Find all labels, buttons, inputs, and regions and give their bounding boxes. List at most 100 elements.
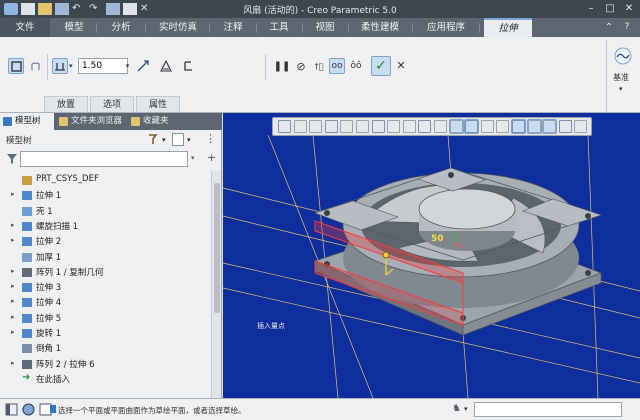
expand-arrow-icon[interactable]: ▸ [11,359,15,367]
filter-icon[interactable] [6,152,18,165]
depth-option-dropdown-icon[interactable]: ▾ [69,62,73,70]
tab-tools[interactable]: 工具 [258,18,300,37]
remove-material-button[interactable] [158,58,174,74]
navigator-toggle-icon[interactable] [5,403,18,416]
tab-favorites[interactable]: 收藏夹 [128,113,184,130]
close-icon[interactable]: ✕ [622,2,636,15]
tab-analysis[interactable]: 分析 [99,18,143,37]
repaint-icon[interactable] [324,120,338,133]
show-dropdown-icon[interactable]: ▾ [187,136,191,144]
tree-item[interactable]: ▸ 拉伸 2 [0,234,210,249]
browser-toggle-icon[interactable] [22,403,35,416]
tab-flexible-modeling[interactable]: 柔性建模 [351,18,409,37]
datum-icon[interactable] [613,46,633,66]
tree-item[interactable]: ▸ 阵列 1 / 复制几何 [0,265,210,280]
csys-display-icon[interactable] [464,119,480,134]
surface-extrude-button[interactable] [27,58,43,74]
depth-value-field[interactable] [78,58,128,74]
subtab-options[interactable]: 选项 [90,96,134,112]
tab-extrude[interactable]: 拉伸 [484,18,532,37]
tree-item[interactable]: PRT_CSYS_DEF [0,173,210,188]
spin-center-icon[interactable] [480,120,494,133]
refit-icon[interactable] [278,120,291,133]
tab-view[interactable]: 视图 [304,18,346,37]
thicken-sketch-button[interactable] [180,58,196,74]
expand-arrow-icon[interactable]: ▸ [11,190,15,198]
tab-applications[interactable]: 应用程序 [417,18,475,37]
find-icon[interactable]: ♞ [452,403,461,414]
zoom-in-icon[interactable] [293,120,307,133]
search-dropdown-icon[interactable]: ▾ [191,154,195,162]
tab-file[interactable]: 文件 [0,18,50,37]
expand-arrow-icon[interactable]: ▸ [11,328,15,336]
expand-arrow-icon[interactable]: ▸ [11,267,15,275]
subtab-properties[interactable]: 属性 [136,96,180,112]
subtab-placement[interactable]: 放置 [44,96,88,112]
cancel-button[interactable]: ✕ [394,58,408,74]
ribbon-minimize-icon[interactable]: ⌃ [602,21,616,34]
tab-folder-browser[interactable]: 文件夹浏览器 [56,113,126,130]
display-style-icon[interactable] [340,120,354,133]
zoom-out-icon[interactable] [309,120,323,133]
tab-model[interactable]: 模型 [52,18,96,37]
expand-arrow-icon[interactable]: ▸ [11,221,15,229]
tree-item[interactable]: 倒角 1 [0,341,210,356]
tree-tools-icon[interactable] [146,133,160,146]
maximize-icon[interactable]: □ [603,2,617,15]
perspective-icon[interactable] [387,120,401,133]
axis-display-icon[interactable] [434,120,447,133]
expand-arrow-icon[interactable]: ▸ [11,297,15,305]
graphics-viewport[interactable]: 50 插入量点 [223,113,640,398]
depth-option-button[interactable] [52,58,68,74]
verify-button[interactable]: ôô [348,58,364,74]
hidden-line-icon[interactable] [526,119,542,134]
tab-live-simulation[interactable]: 实时仿真 [149,18,207,37]
tree-item[interactable]: ▸ 拉伸 3 [0,280,210,295]
depth-dimension-label[interactable]: 50 [431,234,444,244]
tree-tools-dropdown-icon[interactable]: ▾ [162,136,166,144]
tree-item[interactable]: ▸ 螺旋扫描 1 [0,219,210,234]
tab-model-tree[interactable]: 模型树 [0,113,54,130]
add-filter-icon[interactable]: + [207,151,216,164]
pause-button[interactable]: ❚❚ [274,58,291,74]
wireframe-icon[interactable] [558,120,572,133]
tree-item[interactable]: ▸ 拉伸 5 [0,311,210,326]
annotation-display-icon[interactable] [496,120,510,133]
no-hidden-icon[interactable] [542,119,558,134]
preview-button[interactable]: oo [329,58,345,74]
fan-model-view[interactable] [223,113,640,398]
tree-item[interactable]: ▸ 阵列 2 / 拉伸 6 [0,357,210,372]
tree-scrollbar-thumb[interactable] [214,183,220,313]
expand-arrow-icon[interactable]: ▸ [11,236,15,244]
tree-scrollbar[interactable] [211,171,221,398]
shading-icon[interactable] [511,119,526,134]
depth-value-dropdown-icon[interactable]: ▾ [123,59,132,73]
find-dropdown-icon[interactable]: ▾ [464,405,468,413]
view-manager-icon[interactable] [371,120,385,133]
no-preview-button[interactable]: ⊘ [293,58,309,74]
help-icon[interactable]: ? [620,21,634,34]
tree-item[interactable]: ▸ 旋转 1 [0,326,210,341]
expand-arrow-icon[interactable]: ▸ [11,313,15,321]
datum-dropdown-icon[interactable]: ▾ [619,85,623,93]
more-options-icon[interactable]: ⋮ [205,132,216,145]
tree-search-input[interactable] [20,151,188,167]
tree-item[interactable]: 壳 1 [0,204,210,219]
show-icon[interactable] [172,133,184,146]
tree-item[interactable]: ➜ 在此插入 [0,372,210,387]
expand-arrow-icon[interactable]: ▸ [11,282,15,290]
tab-annotate[interactable]: 注释 [212,18,254,37]
tree-item[interactable]: ▸ 拉伸 4 [0,295,210,310]
datum-display-icon[interactable] [402,120,416,133]
selection-filter[interactable] [474,402,622,417]
preview-attached-button[interactable]: †⃝ [311,58,327,74]
solid-extrude-button[interactable] [8,58,24,74]
ok-button[interactable]: ✓ [371,56,391,76]
point-display-icon[interactable] [448,119,464,134]
saved-orientations-icon[interactable] [356,120,369,133]
tree-item[interactable]: ▸ 拉伸 1 [0,188,210,203]
minimize-icon[interactable]: – [584,2,598,15]
plane-display-icon[interactable] [418,120,432,133]
flip-direction-button[interactable] [135,58,151,74]
tree-item[interactable]: 加厚 1 [0,250,210,265]
